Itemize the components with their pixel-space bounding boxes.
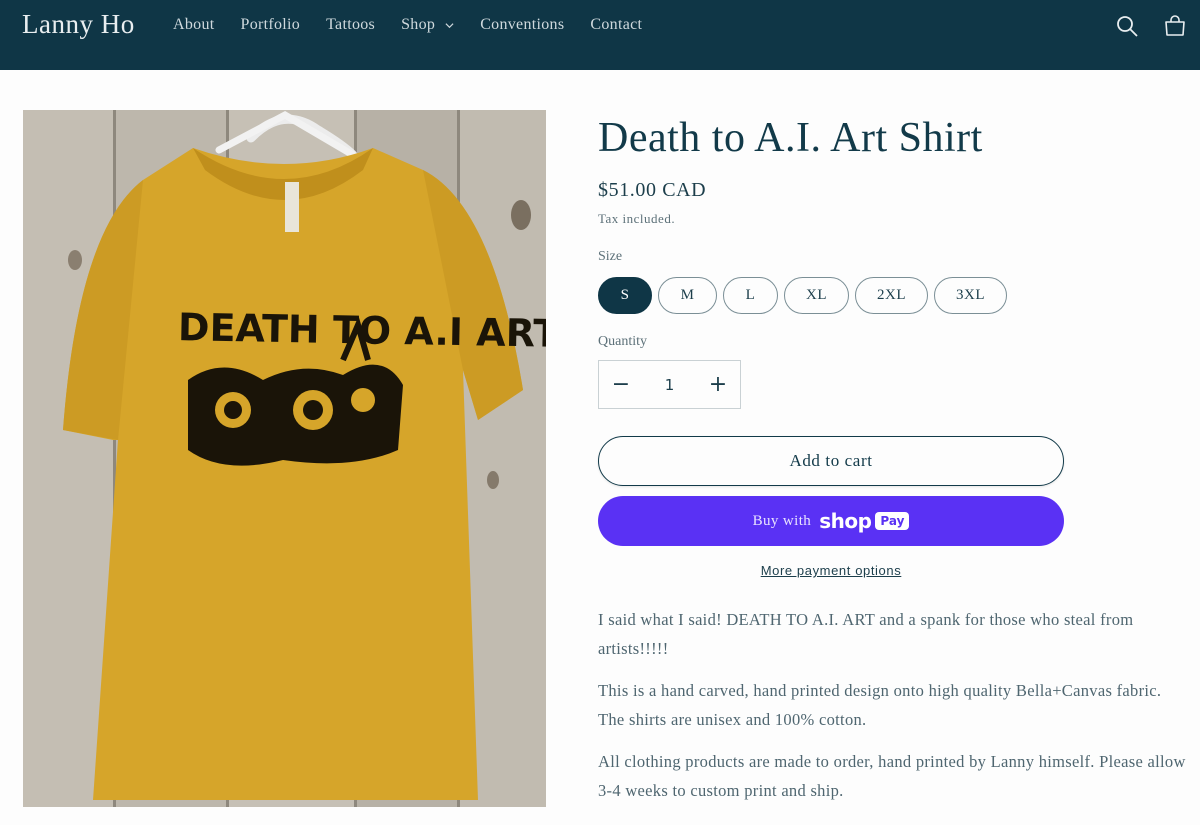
nav-portfolio[interactable]: Portfolio (241, 16, 301, 34)
quantity-label: Quantity (598, 334, 647, 349)
cart-icon[interactable] (1163, 14, 1187, 38)
brand-logo[interactable]: Lanny Ho (22, 9, 135, 40)
quantity-stepper: − 1 + (598, 360, 741, 409)
description-paragraph: This is a hand carved, hand printed desi… (598, 681, 1162, 729)
more-payment-options-link[interactable]: More payment options (761, 563, 902, 578)
size-option-l[interactable]: L (723, 277, 778, 314)
product-info: Death to A.I. Art Shirt $51.00 CAD Tax i… (598, 110, 1188, 818)
nav-about-label: About (173, 16, 215, 33)
site-header: Lanny Ho About Portfolio Tattoos Shop Co… (0, 0, 1200, 70)
nav-contact-label: Contact (590, 16, 643, 33)
quantity-increase-button[interactable]: + (696, 361, 740, 408)
product-description: I said what I said! DEATH TO A.I. ART an… (598, 605, 1188, 805)
shirt-photo: DEATH TO A.I ART (23, 110, 546, 807)
description-paragraph: I said what I said! DEATH TO A.I. ART an… (598, 610, 1134, 658)
nav-shop[interactable]: Shop (401, 16, 454, 34)
nav-contact[interactable]: Contact (590, 16, 642, 34)
quantity-decrease-button[interactable]: − (599, 361, 643, 408)
nav-tattoos-label: Tattoos (326, 16, 376, 33)
chevron-down-icon (445, 22, 454, 28)
more-payment-options: More payment options (598, 563, 1064, 578)
product-title: Death to A.I. Art Shirt (598, 115, 983, 161)
tax-note: Tax included. (598, 211, 676, 226)
size-option-xl[interactable]: XL (784, 277, 849, 314)
product-price: $51.00 CAD (598, 179, 707, 201)
size-options: S M L XL 2XL 3XL (598, 277, 1188, 314)
add-to-cart-button[interactable]: Add to cart (598, 436, 1064, 486)
nav-shop-label: Shop (401, 16, 436, 33)
product-image[interactable]: DEATH TO A.I ART (23, 110, 546, 807)
description-paragraph: All clothing products are made to order,… (598, 752, 1186, 800)
shop-pay-buy-label: Buy with (752, 512, 812, 529)
quantity-input[interactable]: 1 (665, 376, 675, 394)
search-icon[interactable] (1115, 14, 1139, 38)
nav-tattoos[interactable]: Tattoos (326, 16, 375, 34)
size-label: Size (598, 249, 623, 264)
main-nav: About Portfolio Tattoos Shop Conventions… (173, 16, 668, 34)
shop-pay-badge: Pay (875, 512, 910, 530)
nav-conventions[interactable]: Conventions (480, 16, 564, 34)
nav-conventions-label: Conventions (480, 16, 565, 33)
nav-about[interactable]: About (173, 16, 215, 34)
size-option-3xl[interactable]: 3XL (934, 277, 1007, 314)
size-option-m[interactable]: M (658, 277, 717, 314)
size-option-2xl[interactable]: 2XL (855, 277, 928, 314)
nav-portfolio-label: Portfolio (240, 16, 301, 33)
shop-pay-button[interactable]: Buy with shop Pay (598, 496, 1064, 546)
shop-pay-logo: shop (819, 509, 872, 533)
size-option-s[interactable]: S (598, 277, 652, 314)
